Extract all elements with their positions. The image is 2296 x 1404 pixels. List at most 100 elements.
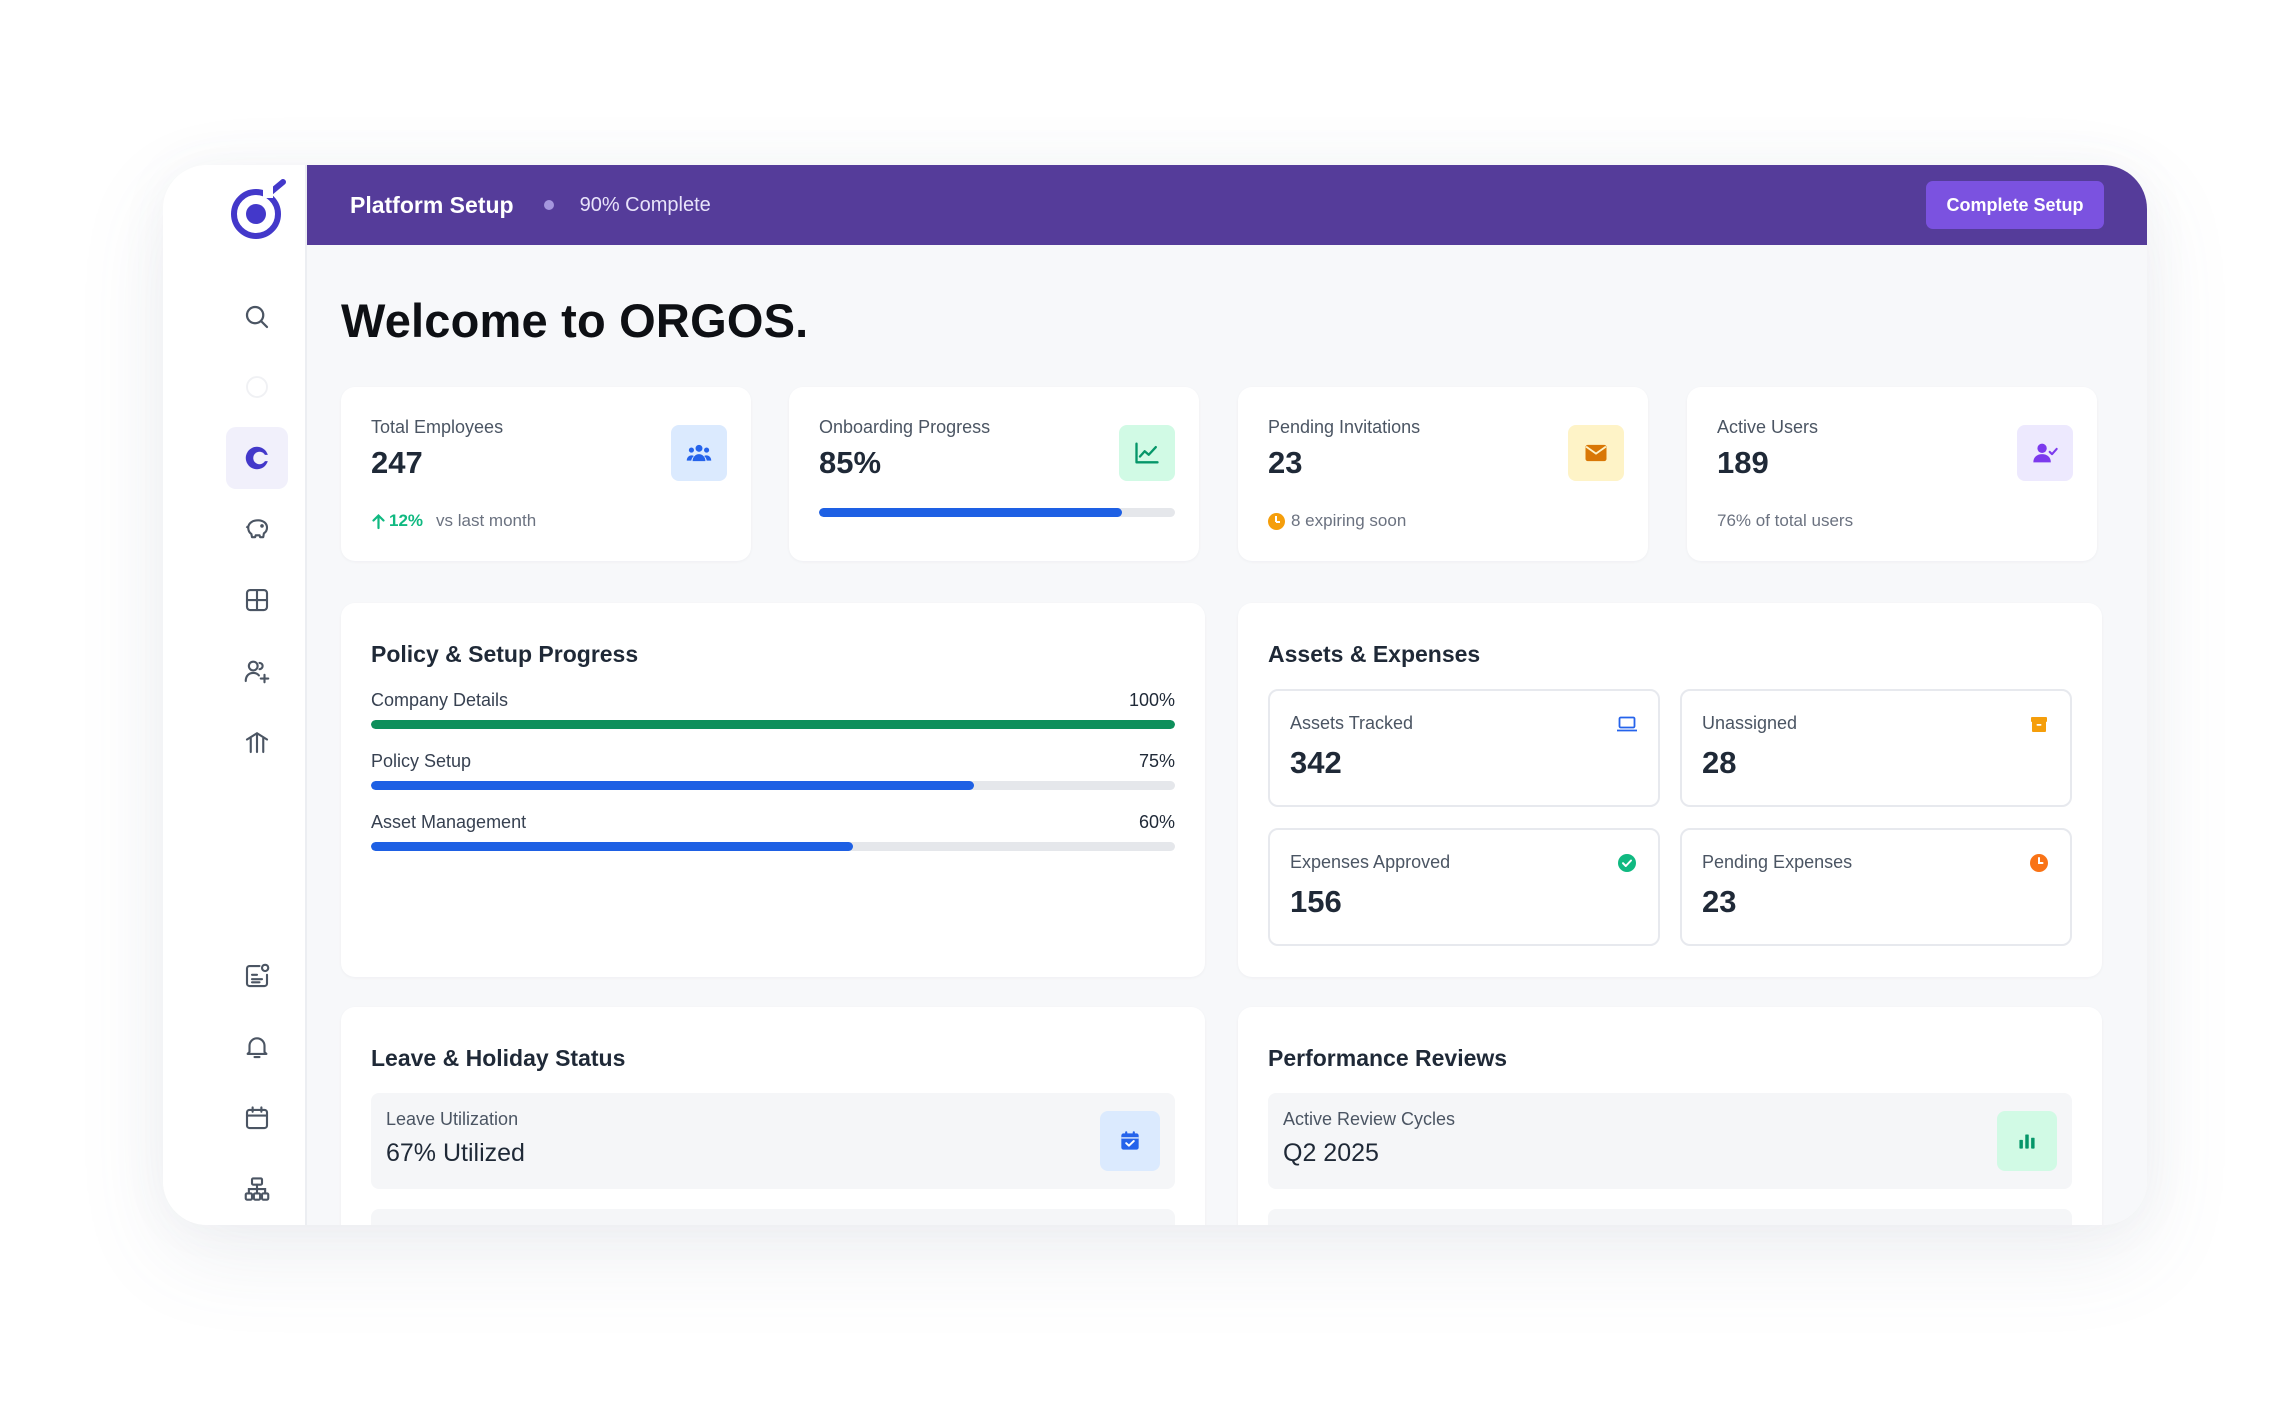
progress-row-company: Company Details 100% xyxy=(371,690,1175,740)
stat-sub: 76% of total users xyxy=(1717,511,1854,530)
mini-card-expenses-approved[interactable]: Expenses Approved 156 xyxy=(1268,828,1660,946)
nav-people[interactable] xyxy=(226,640,288,702)
box-icon xyxy=(2031,717,2047,732)
onboarding-progress-bar xyxy=(819,508,1175,517)
nav-dashboard[interactable] xyxy=(226,569,288,631)
progress-row-policy: Policy Setup 75% xyxy=(371,751,1175,801)
nav-calendar[interactable] xyxy=(226,1087,288,1149)
clock-icon xyxy=(1268,512,1285,530)
nav-orgos[interactable] xyxy=(226,427,288,489)
stat-card-active-users[interactable]: Active Users 189 76% of total users xyxy=(1687,387,2097,561)
mini-label: Pending Expenses xyxy=(1702,852,1853,872)
next-row-partial xyxy=(1268,1209,2072,1225)
progress-percent: 75% xyxy=(1138,751,1175,771)
progress-label: Policy Setup xyxy=(371,751,472,771)
stat-trend: 12% vs last month xyxy=(371,511,536,531)
user-check-icon xyxy=(2033,443,2058,463)
mini-icon xyxy=(2026,711,2052,737)
stat-card-employees[interactable]: Total Employees 247 12% vs last month xyxy=(341,387,751,561)
progress-fill xyxy=(371,781,974,790)
inner-icon-box xyxy=(1997,1111,2057,1171)
bell-icon xyxy=(246,1037,268,1059)
mini-card-pending-expenses[interactable]: Pending Expenses 23 xyxy=(1680,828,2072,946)
nav-notifications[interactable] xyxy=(226,1016,288,1078)
banner-title: Platform Setup xyxy=(350,191,514,218)
trend-chart-icon xyxy=(1135,442,1159,464)
inner-label: Active Review Cycles xyxy=(1283,1109,1456,1129)
performance-reviews-card: Performance Reviews Active Review Cycles… xyxy=(1238,1007,2102,1225)
inner-value: Q2 2025 xyxy=(1283,1139,1379,1167)
stat-icon-box xyxy=(1568,425,1624,481)
stat-label: Onboarding Progress xyxy=(819,417,991,437)
orgos-logo xyxy=(231,179,286,239)
stat-value: 85% xyxy=(819,445,882,480)
users-icon xyxy=(686,444,712,462)
trend-up: 12% xyxy=(371,511,423,531)
stat-value: 247 xyxy=(371,445,423,480)
setup-banner: Platform Setup 90% Complete Complete Set… xyxy=(307,165,2147,245)
progress-track xyxy=(371,781,1175,790)
mini-value: 23 xyxy=(1702,884,1737,919)
progress-percent: 60% xyxy=(1138,812,1175,832)
stat-card-invitations[interactable]: Pending Invitations 23 8 expiring soon xyxy=(1238,387,1648,561)
mini-icon xyxy=(2026,850,2052,876)
nav-organization[interactable] xyxy=(226,711,288,773)
calendar-check-icon xyxy=(1121,1131,1139,1150)
section-title: Leave & Holiday Status xyxy=(371,1045,626,1071)
inner-value: 67% Utilized xyxy=(386,1139,525,1167)
org-chart-icon xyxy=(245,731,269,754)
stat-icon-box xyxy=(2017,425,2073,481)
complete-setup-button[interactable]: Complete Setup xyxy=(1926,181,2104,229)
hierarchy-icon xyxy=(244,1177,270,1201)
onboarding-progress-fill xyxy=(819,508,1122,517)
mini-icon xyxy=(1614,850,1640,876)
search-icon xyxy=(245,305,269,329)
trend-value: 12% xyxy=(389,511,424,530)
progress-label: Company Details xyxy=(371,690,509,710)
progress-track xyxy=(371,720,1175,729)
section-title: Assets & Expenses xyxy=(1268,641,1481,667)
orgos-c-icon xyxy=(245,446,270,470)
progress-fill xyxy=(371,842,854,851)
grid-icon xyxy=(245,588,269,612)
mini-value: 28 xyxy=(1702,745,1737,780)
clock-icon xyxy=(2030,854,2048,872)
next-row-partial xyxy=(371,1209,1175,1225)
sidebar xyxy=(163,165,307,1225)
expiring-text: 8 expiring soon xyxy=(1291,511,1407,530)
nav-blank[interactable] xyxy=(226,356,288,418)
stat-value: 189 xyxy=(1717,445,1769,480)
mini-card-assets-tracked[interactable]: Assets Tracked 342 xyxy=(1268,689,1660,807)
envelope-icon xyxy=(1585,444,1607,462)
mini-label: Unassigned xyxy=(1702,713,1798,733)
document-badge-icon xyxy=(245,963,270,988)
mini-card-unassigned[interactable]: Unassigned 28 xyxy=(1680,689,2072,807)
nav-finance[interactable] xyxy=(226,498,288,560)
stat-icon-box xyxy=(1119,425,1175,481)
nav-structure[interactable] xyxy=(226,1158,288,1220)
page-title: Welcome to ORGOS. xyxy=(341,294,809,347)
section-title: Performance Reviews xyxy=(1268,1045,1508,1071)
user-plus-icon xyxy=(244,660,270,684)
stat-icon-box xyxy=(671,425,727,481)
leave-utilization-row[interactable]: Leave Utilization 67% Utilized xyxy=(371,1093,1175,1189)
mini-icon xyxy=(1614,711,1640,737)
nav-search[interactable] xyxy=(226,286,288,348)
banner-separator-dot xyxy=(543,200,554,210)
blank-circle-icon xyxy=(246,376,268,398)
inner-icon-box xyxy=(1100,1111,1160,1171)
nav-documents[interactable] xyxy=(226,945,288,1007)
progress-row-assets: Asset Management 60% xyxy=(371,812,1175,862)
mini-value: 156 xyxy=(1290,884,1342,919)
piggy-bank-icon xyxy=(245,519,269,539)
stat-sub: 8 expiring soon xyxy=(1268,511,1406,531)
progress-fill xyxy=(371,720,1175,729)
progress-percent: 100% xyxy=(1128,690,1175,710)
policy-setup-card: Policy & Setup Progress Company Details … xyxy=(341,603,1205,977)
stat-card-onboarding[interactable]: Onboarding Progress 85% xyxy=(789,387,1199,561)
review-cycles-row[interactable]: Active Review Cycles Q2 2025 xyxy=(1268,1093,2072,1189)
banner-progress: 90% Complete xyxy=(579,193,711,216)
leave-holiday-card: Leave & Holiday Status Leave Utilization… xyxy=(341,1007,1205,1225)
mini-label: Expenses Approved xyxy=(1290,852,1451,872)
trend-text: vs last month xyxy=(436,511,537,530)
